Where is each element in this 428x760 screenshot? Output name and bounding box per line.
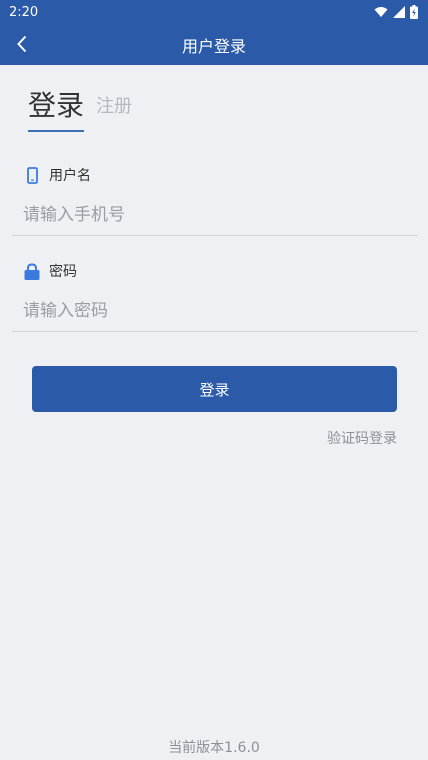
battery-charging-icon [410, 5, 418, 19]
phone-icon [22, 166, 42, 184]
status-time: 2:20 [9, 4, 39, 20]
sms-login-link[interactable]: 验证码登录 [327, 428, 397, 448]
username-divider [12, 235, 418, 236]
password-input[interactable]: 请输入密码 [23, 296, 403, 321]
page-title: 用户登录 [181, 36, 246, 56]
signal-icon [393, 6, 405, 18]
tab-register[interactable]: 注册 [96, 92, 132, 132]
password-label-row: 密码 [22, 261, 77, 281]
app-version: 当前版本1.6.0 [168, 740, 260, 756]
wifi-icon [374, 7, 388, 17]
app-bar: 用户登录 [0, 24, 428, 65]
username-label: 用户名 [49, 168, 91, 184]
auth-tabs: 登录 注册 [28, 88, 132, 132]
username-label-row: 用户名 [22, 165, 91, 185]
username-input[interactable]: 请输入手机号 [23, 200, 403, 225]
status-bar: 2:20 [0, 0, 428, 24]
chevron-left-icon [17, 35, 27, 53]
password-label: 密码 [49, 264, 77, 280]
status-icons [374, 5, 418, 19]
tab-login[interactable]: 登录 [28, 88, 85, 132]
password-divider [12, 331, 418, 332]
back-button[interactable] [8, 30, 36, 58]
login-button[interactable]: 登录 [32, 366, 397, 412]
lock-icon [22, 262, 42, 280]
